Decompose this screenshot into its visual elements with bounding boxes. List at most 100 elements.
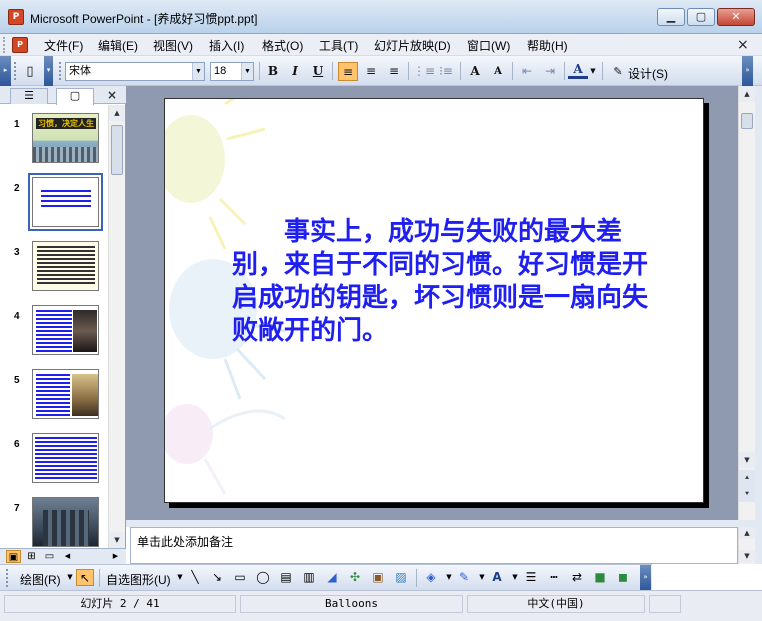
tab-slides[interactable]: ▢	[56, 88, 94, 105]
slide-sorter-icon[interactable]: ⊞	[24, 550, 39, 563]
slide-thumbnail-4[interactable]	[32, 305, 99, 355]
chevron-down-icon[interactable]: ▼	[241, 63, 253, 80]
toolbar-grip[interactable]	[14, 62, 17, 80]
notes-splitter[interactable]	[126, 520, 755, 527]
wordart-icon[interactable]: ◢	[323, 569, 341, 586]
chevron-down-icon[interactable]: ▼	[588, 62, 598, 81]
notes-pane[interactable]: 单击此处添加备注	[130, 527, 738, 564]
draw-menu-button[interactable]: 绘图(R)	[20, 571, 61, 588]
textbox-tool-icon[interactable]: ▤	[277, 569, 295, 586]
previous-slide-button[interactable]: ⯅	[739, 470, 755, 486]
new-document-icon[interactable]: ▯	[20, 62, 40, 81]
slide-body-text[interactable]: 事实上，成功与失败的最大差别，来自于不同的习惯。好习惯是开启成功的钥匙，坏习惯则…	[232, 216, 652, 348]
scrollbar-thumb[interactable]	[741, 113, 753, 129]
menu-help[interactable]: 帮助(H)	[527, 37, 568, 54]
shrink-font-button[interactable]: A	[488, 62, 508, 81]
scroll-up-arrow[interactable]: ▲	[109, 105, 125, 121]
italic-button[interactable]: I	[285, 62, 305, 81]
notes-scrollbar[interactable]: ▲ ▼	[738, 527, 755, 564]
oval-tool-icon[interactable]: ◯	[254, 569, 272, 586]
pane-close-button[interactable]: ×	[107, 88, 117, 102]
close-button[interactable]: ✕	[717, 8, 755, 26]
arrow-style-icon[interactable]: ⇄	[568, 569, 586, 586]
underline-button[interactable]: U	[308, 62, 328, 81]
3d-style-icon[interactable]: ◼	[614, 569, 632, 586]
minimize-button[interactable]: ▁	[657, 8, 685, 26]
line-color-icon[interactable]: ✎	[455, 569, 473, 586]
scrollbar-thumb[interactable]	[111, 125, 123, 175]
decrease-indent-icon[interactable]: ⇤	[517, 62, 537, 81]
chevron-down-icon[interactable]: ▼	[192, 63, 204, 80]
grow-font-button[interactable]: A	[465, 62, 485, 81]
diagram-icon[interactable]: ✣	[346, 569, 364, 586]
scroll-up-arrow[interactable]: ▲	[739, 527, 755, 539]
document-close-button[interactable]: ×	[737, 37, 749, 53]
bold-button[interactable]: B	[263, 62, 283, 81]
scroll-down-arrow[interactable]: ▼	[739, 452, 755, 468]
tab-outline[interactable]: ☰	[10, 88, 48, 104]
scroll-down-arrow[interactable]: ▼	[739, 550, 755, 562]
scroll-left-arrow[interactable]: ◀	[60, 550, 75, 563]
slides-pane-scrollbar[interactable]: ▲ ▼	[108, 105, 125, 548]
rectangle-tool-icon[interactable]: ▭	[231, 569, 249, 586]
line-tool-icon[interactable]: ╲	[186, 569, 204, 586]
toolbar-grip-2[interactable]	[59, 62, 62, 80]
align-right-button[interactable]: ≡	[384, 62, 404, 81]
menu-format[interactable]: 格式(O)	[262, 37, 303, 54]
align-left-button[interactable]: ≡	[338, 62, 358, 81]
toolbar-overflow-chevron[interactable]: »	[640, 565, 651, 591]
document-icon[interactable]: P	[12, 37, 28, 53]
slide-thumbnail-2[interactable]	[28, 173, 103, 231]
fill-color-icon[interactable]: ◈	[422, 569, 440, 586]
slide-thumbnail-1[interactable]: 习惯，决定人生	[32, 113, 99, 163]
next-slide-button[interactable]: ⯆	[739, 486, 755, 502]
scroll-right-arrow[interactable]: ▶	[108, 550, 123, 563]
right-edge	[755, 86, 762, 564]
toolbar-grip[interactable]	[6, 569, 9, 587]
font-name-combo[interactable]: 宋体 ▼	[65, 62, 205, 81]
bullet-list-icon[interactable]: ⁝≡	[436, 62, 456, 81]
select-pointer-icon[interactable]: ↖	[76, 569, 94, 586]
menu-window[interactable]: 窗口(W)	[467, 37, 510, 54]
drawing-toolbar: 绘图(R) ▼ ↖ 自选图形(U) ▼ ╲ ↘ ▭ ◯ ▤ ▥ ◢ ✣ ▣ ▨ …	[0, 564, 652, 591]
menu-tools[interactable]: 工具(T)	[319, 37, 358, 54]
vertical-textbox-icon[interactable]: ▥	[300, 569, 318, 586]
autoshapes-button[interactable]: 自选图形(U)	[106, 571, 171, 588]
font-size-combo[interactable]: 18 ▼	[210, 62, 254, 81]
slide-thumbnail-3[interactable]	[32, 241, 99, 291]
picture-icon[interactable]: ▨	[392, 569, 410, 586]
maximize-button[interactable]: ▢	[687, 8, 715, 26]
slide-thumbnail-7[interactable]	[32, 497, 99, 547]
design-button[interactable]: 设计(S)	[628, 65, 668, 82]
font-color-button[interactable]: A	[568, 62, 588, 79]
notes-placeholder[interactable]: 单击此处添加备注	[137, 533, 233, 550]
powerpoint-app-icon[interactable]: P	[8, 9, 24, 25]
scroll-up-arrow[interactable]: ▲	[739, 86, 755, 102]
menu-file[interactable]: 文件(F)	[44, 37, 83, 54]
slide-thumbnail-5[interactable]	[32, 369, 99, 419]
editor-scrollbar[interactable]: ▲ ▼ ⯅ ⯆	[738, 86, 755, 520]
numbered-list-icon[interactable]: ⋮≡	[413, 62, 435, 81]
scroll-down-arrow[interactable]: ▼	[109, 532, 125, 548]
dash-style-icon[interactable]: ┅	[545, 569, 563, 586]
increase-indent-icon[interactable]: ⇥	[540, 62, 560, 81]
clipart-icon[interactable]: ▣	[369, 569, 387, 586]
current-slide[interactable]: 事实上，成功与失败的最大差别，来自于不同的习惯。好习惯是开启成功的钥匙，坏习惯则…	[164, 98, 704, 503]
menu-view[interactable]: 视图(V)	[153, 37, 193, 54]
slideshow-view-icon[interactable]: ▭	[42, 550, 57, 563]
align-center-button[interactable]: ≡	[361, 62, 381, 81]
menu-insert[interactable]: 插入(I)	[209, 37, 244, 54]
menu-slideshow[interactable]: 幻灯片放映(D)	[374, 37, 451, 54]
slide-thumbnail-6[interactable]	[32, 433, 99, 483]
shadow-style-icon[interactable]: ■	[591, 569, 609, 586]
font-color-icon[interactable]: A	[488, 569, 506, 586]
menu-edit[interactable]: 编辑(E)	[98, 37, 138, 54]
toolbar-left-chevron[interactable]: ▸	[0, 56, 11, 86]
toolbar-overflow-chevron[interactable]: »	[742, 56, 753, 86]
arrow-tool-icon[interactable]: ↘	[208, 569, 226, 586]
menu-grip[interactable]	[3, 37, 6, 53]
line-style-icon[interactable]: ☰	[522, 569, 540, 586]
toolbar-options-chevron[interactable]: ▾	[44, 56, 53, 86]
design-name[interactable]: Balloons	[240, 595, 463, 613]
normal-view-icon[interactable]: ▣	[6, 550, 21, 563]
